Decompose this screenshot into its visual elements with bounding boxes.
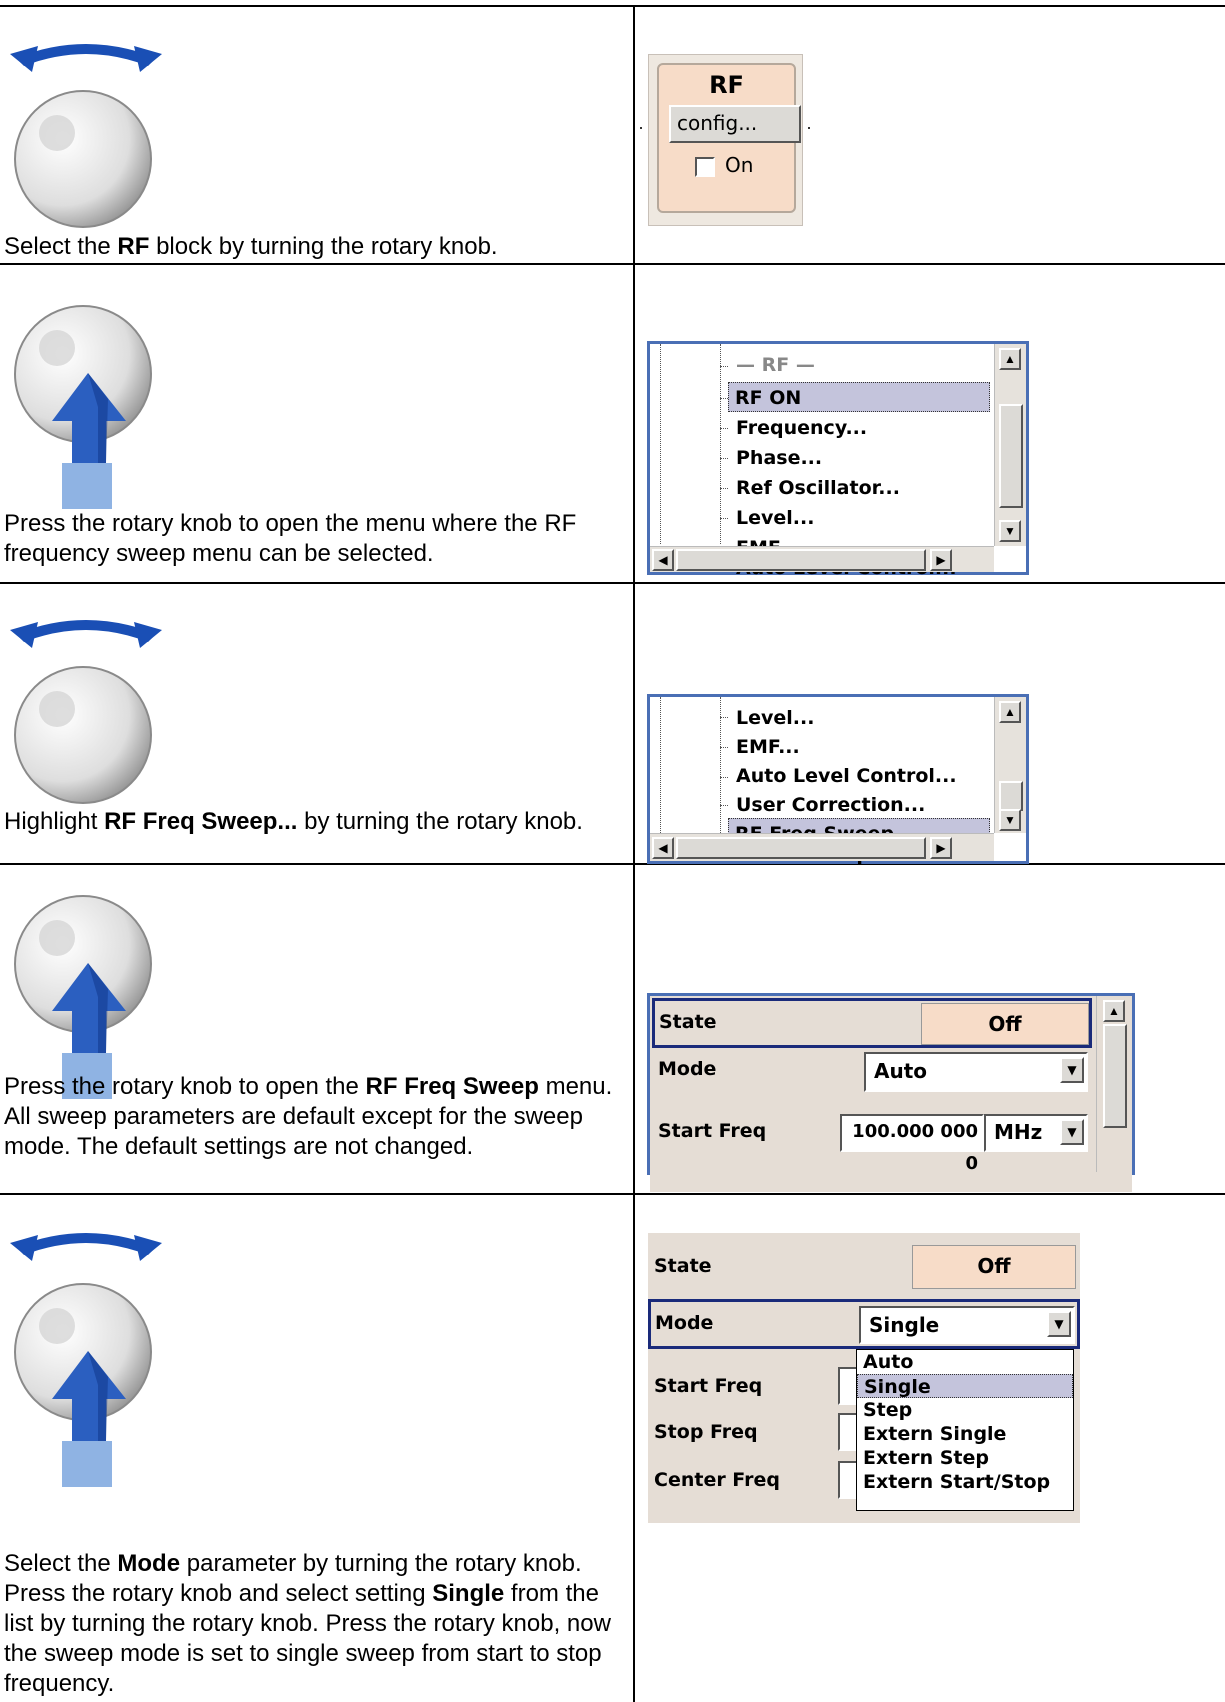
start-freq-unit-select[interactable]: MHz ▼ bbox=[984, 1114, 1088, 1152]
state-off-button[interactable]: Off bbox=[912, 1245, 1076, 1289]
menu-item-emf[interactable]: EMF... bbox=[730, 732, 990, 762]
mode-option-auto[interactable]: Auto bbox=[857, 1350, 1073, 1374]
rotate-arrow-icon bbox=[10, 44, 162, 72]
start-freq-input[interactable]: 100.000 000 0 bbox=[840, 1114, 984, 1174]
table-border-top bbox=[0, 5, 1225, 7]
start-freq-label: Start Freq bbox=[658, 1120, 767, 1142]
mode-select[interactable]: Auto ▼ bbox=[864, 1052, 1088, 1092]
rf-menu-tree[interactable]: — RF — RF ON Frequency... Phase... Ref O… bbox=[647, 341, 1029, 579]
menu-item-level[interactable]: Level... bbox=[730, 703, 990, 733]
row-divider bbox=[0, 863, 1225, 865]
rf-submenu-tree[interactable]: Level... EMF... Auto Level Control... Us… bbox=[647, 694, 1029, 865]
scroll-thumb[interactable] bbox=[1103, 1024, 1127, 1128]
rf-freq-sweep-dialog: State Off Mode Auto ▼ Start Freq 100.000… bbox=[647, 993, 1135, 1175]
step-1-caption: Select the RF block by turning the rotar… bbox=[4, 233, 498, 260]
step-4-caption: Press the rotary knob to open the RF Fre… bbox=[4, 1073, 613, 1160]
horizontal-scrollbar[interactable]: ◀ ▶ bbox=[650, 546, 994, 572]
mode-option-single[interactable]: Single bbox=[857, 1374, 1073, 1398]
step-3-caption: Highlight RF Freq Sweep... by turning th… bbox=[4, 808, 583, 835]
scroll-left-button[interactable]: ◀ bbox=[652, 549, 674, 571]
start-freq-label: Start Freq bbox=[654, 1375, 763, 1397]
mode-row[interactable]: Mode Single ▼ bbox=[648, 1299, 1080, 1349]
hscroll-thumb[interactable] bbox=[676, 549, 926, 571]
chevron-down-icon[interactable]: ▼ bbox=[1060, 1057, 1084, 1083]
rf-on-checkbox[interactable] bbox=[695, 157, 715, 177]
press-knob-icon bbox=[14, 1283, 152, 1487]
row-divider bbox=[0, 263, 1225, 265]
mode-select[interactable]: Single ▼ bbox=[859, 1306, 1075, 1344]
menu-item-rf-on[interactable]: RF ON bbox=[728, 382, 990, 412]
mode-option-extern-single[interactable]: Extern Single bbox=[857, 1422, 1073, 1446]
rotate-arrow-icon bbox=[10, 620, 162, 648]
state-off-button[interactable]: Off bbox=[921, 1003, 1089, 1045]
scroll-up-button[interactable]: ▲ bbox=[1103, 1000, 1125, 1022]
center-freq-label: Center Freq bbox=[654, 1469, 780, 1491]
scroll-down-button[interactable]: ▼ bbox=[999, 520, 1021, 542]
config-button[interactable]: config... bbox=[669, 105, 801, 143]
scroll-thumb[interactable] bbox=[999, 404, 1023, 508]
mode-option-extern-start-stop[interactable]: Extern Start/Stop bbox=[857, 1470, 1073, 1494]
row-divider bbox=[0, 582, 1225, 584]
mode-dropdown-list[interactable]: Auto Single Step Extern Single Extern St… bbox=[856, 1349, 1074, 1511]
scroll-left-button[interactable]: ◀ bbox=[652, 837, 674, 859]
chevron-down-icon[interactable]: ▼ bbox=[1047, 1311, 1071, 1337]
mode-option-extern-step[interactable]: Extern Step bbox=[857, 1446, 1073, 1470]
rotary-knob-icon bbox=[14, 90, 152, 228]
row-divider bbox=[0, 1193, 1225, 1195]
vertical-scrollbar[interactable]: ▲ bbox=[1096, 996, 1132, 1174]
state-label: State bbox=[654, 1255, 712, 1277]
scroll-down-button[interactable]: ▼ bbox=[999, 809, 1021, 831]
vertical-scrollbar[interactable]: ▲ ▼ bbox=[994, 344, 1026, 546]
rotary-knob-icon bbox=[14, 666, 152, 804]
menu-item-user-correction[interactable]: User Correction... bbox=[730, 790, 990, 820]
rf-block[interactable]: RF config... On bbox=[648, 54, 803, 226]
scroll-up-button[interactable]: ▲ bbox=[999, 348, 1021, 370]
mode-option-step[interactable]: Step bbox=[857, 1398, 1073, 1422]
rf-freq-sweep-dialog-mode: State Off Mode Single ▼ Start Freq Stop … bbox=[648, 1233, 1080, 1523]
scroll-thumb[interactable] bbox=[999, 781, 1023, 811]
horizontal-scrollbar[interactable]: ◀ ▶ bbox=[650, 833, 994, 861]
hscroll-thumb[interactable] bbox=[676, 837, 926, 859]
menu-item-ref-oscillator[interactable]: Ref Oscillator... bbox=[730, 473, 990, 503]
menu-item-auto-level-control[interactable]: Auto Level Control... bbox=[730, 761, 990, 791]
state-row[interactable]: State Off bbox=[652, 998, 1092, 1048]
scroll-right-button[interactable]: ▶ bbox=[930, 837, 952, 859]
mode-label: Mode bbox=[655, 1312, 714, 1334]
rotate-arrow-icon bbox=[10, 1233, 162, 1261]
menu-item-frequency[interactable]: Frequency... bbox=[730, 413, 990, 443]
menu-item-phase[interactable]: Phase... bbox=[730, 443, 990, 473]
connector-dot bbox=[640, 127, 642, 129]
state-label: State bbox=[659, 1011, 717, 1033]
scroll-up-button[interactable]: ▲ bbox=[999, 701, 1021, 723]
step-2-caption: Press the rotary knob to open the menu w… bbox=[4, 510, 577, 567]
step-5-caption: Select the Mode parameter by turning the… bbox=[4, 1550, 611, 1697]
rf-block-panel: RF config... On bbox=[657, 63, 801, 213]
column-divider bbox=[633, 5, 635, 1702]
connector-dot bbox=[808, 127, 810, 129]
mode-label: Mode bbox=[658, 1058, 717, 1080]
stop-freq-label: Stop Freq bbox=[654, 1421, 758, 1443]
instruction-table: Select the RF block by turning the rotar… bbox=[0, 0, 1225, 1702]
menu-item-level[interactable]: Level... bbox=[730, 503, 990, 533]
chevron-down-icon[interactable]: ▼ bbox=[1060, 1119, 1084, 1145]
press-knob-icon bbox=[14, 305, 152, 509]
rf-on-label: On bbox=[725, 153, 754, 177]
vertical-scrollbar[interactable]: ▲ ▼ bbox=[994, 697, 1026, 833]
scroll-right-button[interactable]: ▶ bbox=[930, 549, 952, 571]
menu-heading-rf: — RF — bbox=[736, 354, 815, 376]
rf-block-title: RF bbox=[709, 71, 744, 99]
